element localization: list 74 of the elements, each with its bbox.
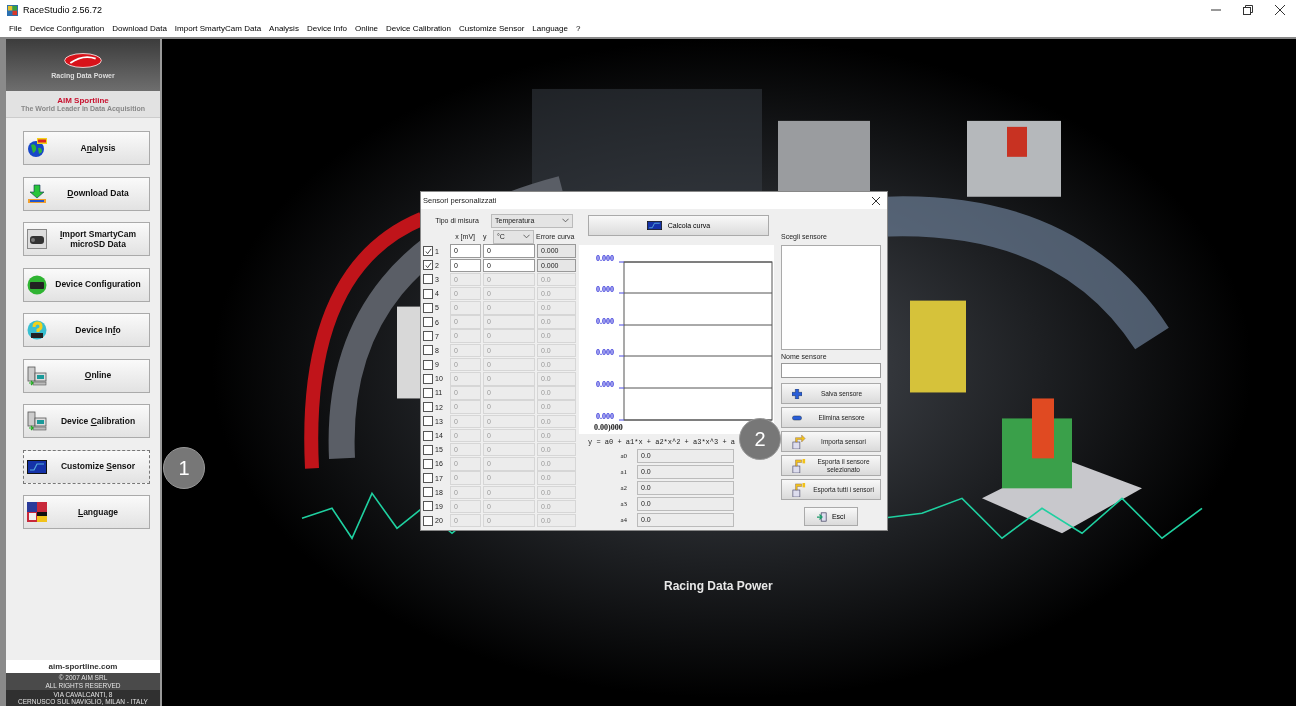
help-icon <box>27 320 47 340</box>
menu-item[interactable]: Download Data <box>112 24 167 33</box>
tick-label: 0.000 <box>596 348 614 357</box>
nav-button[interactable]: Customize Sensor <box>23 449 150 484</box>
computer-icon <box>27 365 47 386</box>
nav-button[interactable]: Device Configuration <box>23 267 150 302</box>
download-arrow-icon <box>27 183 47 204</box>
tick-label: 0.000 <box>596 254 614 263</box>
checkbox[interactable] <box>423 317 433 328</box>
checkbox[interactable] <box>423 487 433 498</box>
folder-arrow-icon <box>792 434 806 449</box>
nav-button[interactable]: Download Data <box>23 176 150 211</box>
chart-window-icon <box>646 221 662 230</box>
nav-button[interactable]: Import SmartyCam microSD Data <box>23 222 150 256</box>
device-icon <box>27 274 47 295</box>
menu-item[interactable]: File <box>9 24 22 33</box>
menu-item[interactable]: Device Configuration <box>29 24 105 33</box>
menu-item[interactable]: Analysis <box>269 24 299 33</box>
checkbox[interactable] <box>423 416 433 427</box>
menu-item[interactable]: Device Calibration <box>386 24 451 33</box>
checkbox[interactable] <box>423 458 433 469</box>
checkbox[interactable] <box>423 302 433 313</box>
nav-button[interactable]: Device Calibration <box>23 404 150 438</box>
sensor-name-field[interactable] <box>781 363 881 378</box>
checkbox[interactable] <box>423 501 433 512</box>
nav-button[interactable]: Analysis <box>23 131 150 165</box>
menu-item[interactable]: Device Info <box>306 24 347 33</box>
checkbox[interactable] <box>423 260 433 271</box>
checkbox[interactable] <box>423 373 433 384</box>
checkbox[interactable] <box>423 402 433 413</box>
menu-item[interactable]: Language <box>532 24 568 33</box>
company-name: AIM Sportline <box>57 96 109 105</box>
minus-icon <box>792 412 802 423</box>
checkbox[interactable] <box>423 274 433 285</box>
close-icon <box>872 196 880 205</box>
website-link[interactable]: aim-sportline.com <box>6 660 160 674</box>
logo-icon <box>64 51 102 69</box>
close-icon <box>1275 5 1285 15</box>
app-icon <box>7 4 18 16</box>
checkbox[interactable] <box>423 246 433 257</box>
tick-label: 0.000 <box>596 412 614 421</box>
chevron-down-icon <box>562 218 569 223</box>
tick-label: 0.000 <box>596 285 614 294</box>
tick-label: 0.000 <box>596 317 614 326</box>
checkbox[interactable] <box>423 288 433 299</box>
computer-icon <box>27 411 47 431</box>
camera-icon <box>27 229 47 249</box>
menu-item[interactable]: Import SmartyCam Data <box>174 24 262 33</box>
plus-icon <box>792 388 802 399</box>
tick-label: 0.000 <box>596 380 614 389</box>
splash-caption: Racing Data Power <box>664 579 773 593</box>
checkbox[interactable] <box>423 473 433 484</box>
menu-item[interactable]: Online <box>354 24 379 33</box>
menu-item[interactable]: Customize Sensor <box>459 24 525 33</box>
checkbox[interactable] <box>423 359 433 370</box>
window-title: RaceStudio 2.56.72 <box>23 5 103 15</box>
nav-button[interactable]: Language <box>23 495 150 529</box>
checkbox[interactable] <box>423 345 433 356</box>
nav-button[interactable]: Online <box>23 358 150 393</box>
folder-arrow-icon <box>792 482 806 497</box>
checkbox[interactable] <box>423 331 433 342</box>
exit-door-icon <box>816 511 827 522</box>
chevron-down-icon <box>523 234 530 239</box>
checkbox[interactable] <box>423 444 433 455</box>
menu-item[interactable]: ? <box>575 24 581 33</box>
restore-icon <box>1243 5 1253 15</box>
tick-label: 0.00)000 <box>594 423 623 432</box>
folder-arrow-icon <box>792 458 806 473</box>
checkbox[interactable] <box>423 515 433 526</box>
nav-button[interactable]: Device Info <box>23 313 150 347</box>
checkbox[interactable] <box>423 430 433 441</box>
flags-icon <box>27 502 47 522</box>
checkbox[interactable] <box>423 387 433 398</box>
globe-icon <box>27 138 47 158</box>
